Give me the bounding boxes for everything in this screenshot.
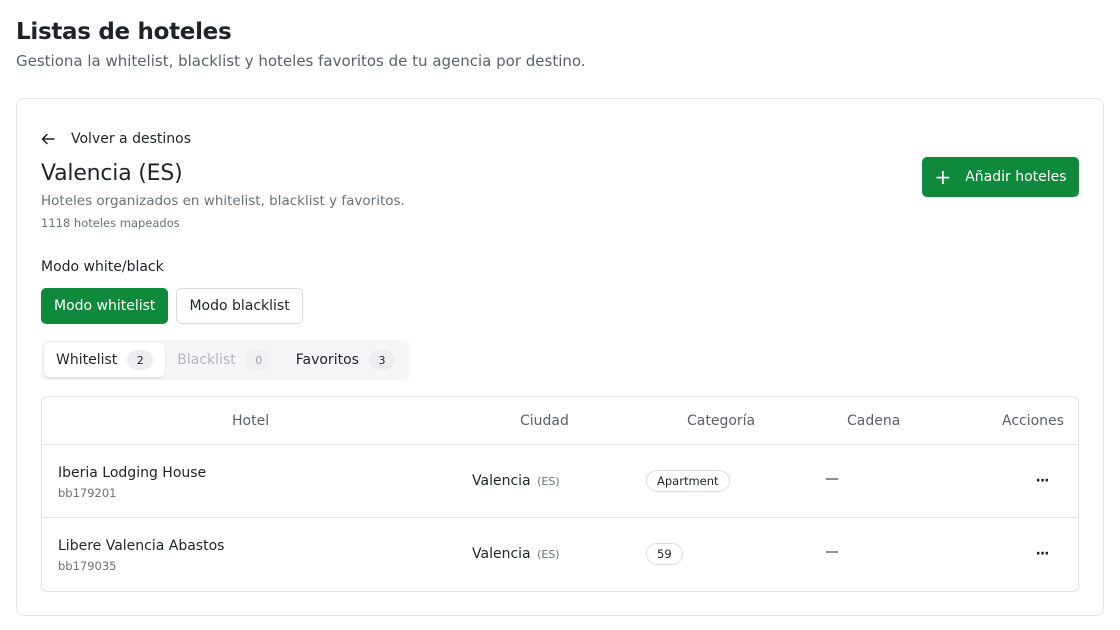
mapped-hotels-count: 1118 hoteles mapeados	[41, 216, 180, 230]
mode-toggle-group: Modo whitelist Modo blacklist	[41, 288, 303, 324]
row-actions-button[interactable]: ···	[1028, 469, 1056, 493]
tab-whitelist[interactable]: Whitelist 2	[44, 343, 166, 377]
destination-title: Valencia (ES)	[41, 161, 183, 186]
more-horizontal-icon: ···	[1035, 473, 1050, 489]
whitelist-mode-button[interactable]: Modo whitelist	[41, 288, 169, 324]
header-hotel: Hotel	[232, 412, 270, 429]
hotel-name: Libere Valencia Abastos	[58, 538, 225, 554]
tab-favoritos[interactable]: Favoritos 3	[284, 343, 407, 377]
hotel-name: Iberia Lodging House	[58, 465, 207, 481]
table-header: Hotel Ciudad Categoría Cadena Acciones	[42, 397, 1078, 445]
header-actions: Acciones	[1002, 412, 1064, 429]
country-code: (ES)	[537, 475, 560, 488]
tab-favoritos-label: Favoritos	[295, 352, 359, 368]
destination-card: Volver a destinos Valencia (ES) Hoteles …	[16, 98, 1104, 616]
category-badge: 59	[646, 543, 683, 565]
hotel-city: Valencia (ES)	[472, 473, 560, 489]
more-horizontal-icon: ···	[1035, 546, 1050, 562]
back-to-destinations-link[interactable]: Volver a destinos	[41, 131, 191, 147]
header-city: Ciudad	[520, 412, 569, 429]
add-hotels-label: Añadir hoteles	[965, 169, 1067, 185]
hotel-code: bb179201	[58, 486, 117, 500]
blacklist-mode-button[interactable]: Modo blacklist	[176, 288, 303, 324]
city-name: Valencia	[472, 473, 531, 489]
header-category: Categoría	[687, 412, 756, 429]
header-chain: Cadena	[847, 412, 901, 429]
tab-blacklist-label: Blacklist	[177, 352, 236, 368]
tab-blacklist[interactable]: Blacklist 0	[165, 343, 283, 377]
country-code: (ES)	[537, 548, 560, 561]
page-subtitle: Gestiona la whitelist, blacklist y hotel…	[16, 52, 586, 70]
plus-icon: +	[934, 165, 952, 189]
hotels-table: Hotel Ciudad Categoría Cadena Acciones I…	[41, 396, 1079, 592]
arrow-left-icon	[41, 133, 55, 145]
tab-whitelist-count: 2	[127, 350, 154, 370]
table-row: Iberia Lodging House bb179201 Valencia (…	[42, 445, 1078, 518]
list-tabs: Whitelist 2 Blacklist 0 Favoritos 3	[41, 340, 410, 380]
destination-description: Hoteles organizados en whitelist, blackl…	[41, 193, 405, 209]
hotel-chain: —	[825, 544, 839, 560]
tab-blacklist-count: 0	[245, 350, 272, 370]
hotel-city: Valencia (ES)	[472, 546, 560, 562]
tab-favoritos-count: 3	[368, 350, 395, 370]
hotel-code: bb179035	[58, 559, 117, 573]
table-row: Libere Valencia Abastos bb179035 Valenci…	[42, 518, 1078, 591]
category-badge: Apartment	[646, 470, 730, 492]
mode-label: Modo white/black	[41, 259, 164, 275]
row-actions-button[interactable]: ···	[1028, 542, 1056, 566]
hotel-chain: —	[825, 471, 839, 487]
page-title: Listas de hoteles	[16, 19, 232, 45]
back-link-label: Volver a destinos	[71, 131, 191, 147]
add-hotels-button[interactable]: + Añadir hoteles	[922, 157, 1079, 197]
tab-whitelist-label: Whitelist	[56, 352, 118, 368]
city-name: Valencia	[472, 546, 531, 562]
